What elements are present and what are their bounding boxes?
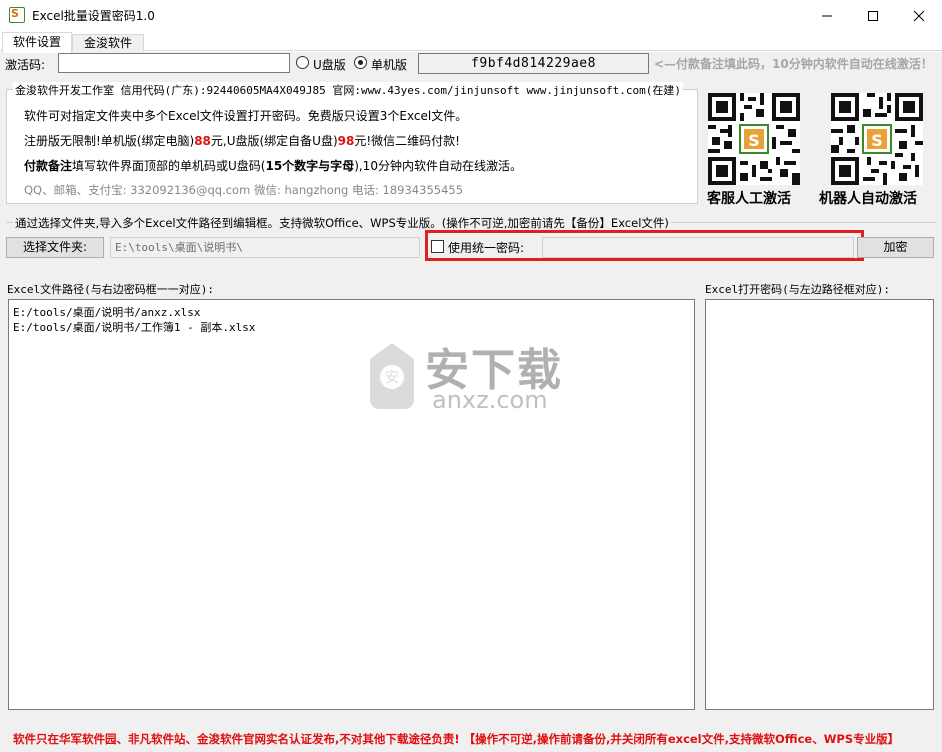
svg-text:S: S [871, 131, 883, 150]
close-button[interactable] [896, 0, 942, 31]
passwords-label: Excel打开密码(与左边路径框对应): [705, 283, 890, 296]
list-item: E:/tools/桌面/说明书/anxz.xlsx [13, 306, 201, 319]
pc-edition-label[interactable]: 单机版 [371, 56, 407, 73]
machine-code-field[interactable]: f9bf4d814229ae8 [418, 53, 649, 74]
service-qr-code: S [708, 93, 800, 185]
info-groupbox-title: 金浚软件开发工作室 信用代码(广东):92440605MA4X049J85 官网… [13, 82, 683, 98]
tab-jinjun-software[interactable]: 金浚软件 [72, 34, 144, 52]
unified-password-checkbox[interactable] [431, 240, 444, 253]
info-line-1: 软件可对指定文件夹中多个Excel文件设置打开密码。免费版只设置3个Excel文… [24, 109, 468, 123]
file-paths-label: Excel文件路径(与右边密码框一一对应): [7, 283, 214, 296]
close-icon [913, 10, 925, 21]
pc-price: 88 [194, 134, 211, 148]
minimize-icon [822, 15, 832, 16]
list-item: E:/tools/桌面/说明书/工作簿1 - 副本.xlsx [13, 321, 256, 334]
tab-software-settings[interactable]: 软件设置 [2, 32, 72, 53]
folder-groupbox-title: 通过选择文件夹,导入多个Excel文件路径到编辑框。支持微软Office、WPS… [13, 215, 671, 231]
unified-password-input[interactable] [542, 237, 854, 258]
svg-text:安: 安 [385, 370, 399, 386]
footer-notice: 软件只在华军软件园、非凡软件站、金浚软件官网实名认证发布,不对其他下载途径负责!… [13, 732, 900, 746]
window-title: Excel批量设置密码1.0 [32, 9, 155, 23]
qr-code-icon: S [708, 93, 800, 185]
payment-note-bold: 付款备注 [24, 159, 73, 173]
price-text-b: 元,U盘版(绑定自备U盘) [210, 134, 338, 148]
encrypt-button[interactable]: 加密 [857, 237, 934, 258]
price-text-a: 注册版无限制!单机版(绑定电脑) [24, 134, 195, 148]
activation-code-label: 激活码: [5, 58, 46, 72]
robot-qr-caption: 机器人自动激活 [819, 191, 917, 207]
maximize-button[interactable] [850, 0, 896, 31]
info-line-3: 付款备注填写软件界面顶部的单机码或U盘码(15个数字与字母),10分钟内软件自动… [24, 157, 522, 174]
payment-note-text-a: 填写软件界面顶部的单机码或U盘码( [72, 159, 266, 173]
file-paths-textbox[interactable]: E:/tools/桌面/说明书/anxz.xlsx E:/tools/桌面/说明… [8, 299, 695, 710]
passwords-textbox[interactable] [705, 299, 934, 710]
info-line-2: 注册版无限制!单机版(绑定电脑)88元,U盘版(绑定自备U盘)98元!微信二维码… [24, 132, 460, 149]
usb-price: 98 [337, 134, 355, 148]
radio-selected-dot [358, 60, 363, 65]
pc-edition-radio[interactable] [354, 56, 367, 69]
activation-code-input[interactable] [58, 53, 290, 73]
unified-password-label[interactable]: 使用统一密码: [448, 239, 524, 256]
qr-code-icon: S [831, 93, 923, 185]
usb-edition-radio[interactable] [296, 56, 309, 69]
watermark-text-en: anxz.com [432, 386, 548, 414]
svg-text:S: S [748, 131, 760, 150]
folder-path-field[interactable]: E:\tools\桌面\说明书\ [110, 237, 420, 258]
service-qr-caption: 客服人工激活 [707, 191, 791, 207]
usb-edition-label[interactable]: U盘版 [313, 56, 346, 73]
activation-hint: <—付款备注填此码，10分钟内软件自动在线激活！ [654, 57, 933, 71]
minimize-button[interactable] [804, 0, 850, 31]
robot-qr-code: S [831, 93, 923, 185]
choose-folder-button[interactable]: 选择文件夹: [6, 237, 104, 258]
contact-info: QQ、邮箱、支付宝: 332092136@qq.com 微信: hangzhon… [24, 183, 464, 197]
maximize-icon [868, 10, 878, 21]
price-text-c: 元!微信二维码付款! [354, 134, 460, 148]
payment-note-bold-2: 15个数字与字母 [265, 159, 355, 173]
app-icon: S [9, 7, 25, 23]
payment-note-text-b: ),10分钟内软件自动在线激活。 [354, 159, 522, 173]
app-icon-letter: S [11, 7, 19, 20]
